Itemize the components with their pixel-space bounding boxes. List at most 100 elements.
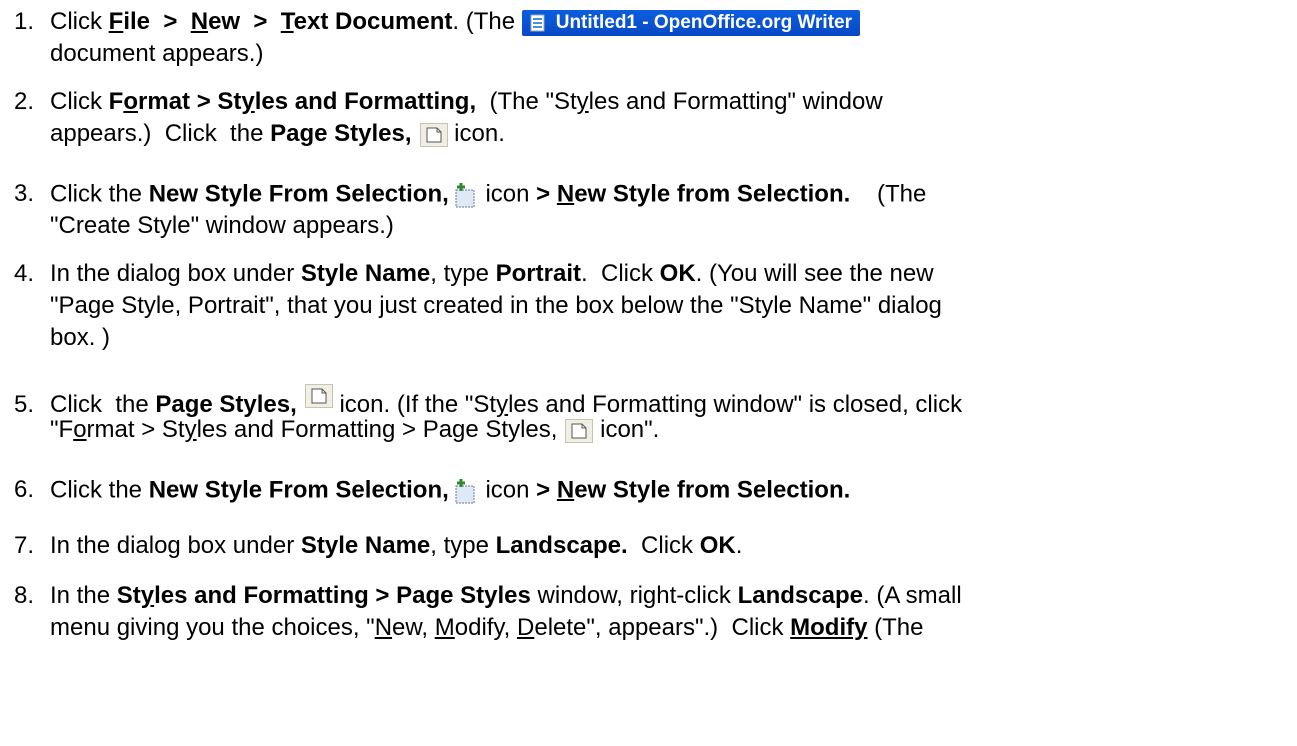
mnemonic: y (140, 582, 155, 609)
text: appears.) Click the (50, 120, 271, 147)
step-6-line-1: 6. Click the New Style From Selection, ic… (14, 476, 850, 506)
step-7-line-1: 7. In the dialog box under Style Name, ty… (14, 532, 742, 560)
label: ew (208, 8, 241, 35)
mnemonic: o (73, 416, 87, 443)
text: Click the (50, 180, 149, 208)
text: les and Formatting" window (588, 88, 883, 115)
text: "F (50, 416, 74, 443)
mnemonic: y (184, 416, 197, 443)
label: les and Formatting > Page Styles (154, 582, 531, 609)
step-number: 1. (14, 8, 35, 35)
text: Click the (50, 391, 156, 418)
label: F (108, 88, 124, 115)
mnemonic: N (374, 614, 393, 641)
text: icon. (If the "St (332, 391, 497, 418)
step-8-line-1: 8. In the Styles and Formatting > Page St… (14, 582, 962, 610)
text: "Page Style, Portrait", that you just cr… (50, 292, 942, 319)
text: document appears.) (50, 40, 264, 67)
text: "Create Style" window appears.) (50, 212, 394, 239)
style-name-label: Style Name (300, 260, 431, 287)
text: (The (850, 180, 927, 208)
text: (The (867, 614, 924, 641)
step-number: 6. (14, 476, 35, 504)
text: rmat > St (86, 416, 185, 443)
step-3-line-2: "Create Style" window appears.) (50, 212, 394, 240)
text: odify, (454, 614, 517, 641)
text: , type (430, 532, 496, 559)
step-1-line-1: 1. Click File > New > Text Document. (The… (14, 8, 860, 36)
label: ew Style from Selection. (574, 476, 851, 504)
page-styles-icon (419, 122, 448, 147)
landscape-label: Landscape (737, 582, 863, 609)
ok-label: OK (659, 260, 696, 287)
menu-path: > New Style from Selection. (536, 180, 850, 207)
menu-path: > New Style from Selection. (536, 476, 850, 503)
mnemonic: y (496, 391, 509, 418)
text: In the (50, 582, 117, 609)
mnemonic: T (280, 8, 294, 35)
text: icon (478, 476, 537, 504)
page-styles-label: Page Styles, (270, 120, 412, 147)
window-title: Untitled1 - OpenOffice.org Writer (555, 11, 852, 33)
step-2-line-2: appears.) Click the Page Styles, icon. (50, 120, 505, 148)
new-style-from-selection-label: New Style From Selection, (148, 180, 449, 208)
separator: > (536, 476, 557, 504)
text: elete", appears".) Click (534, 614, 791, 641)
ok-label: OK (699, 532, 736, 559)
mnemonic: F (108, 8, 124, 35)
new-style-from-selection-icon (453, 180, 479, 210)
text: (The "St (476, 88, 577, 115)
step-number: 8. (14, 582, 35, 609)
step-8-line-2: menu giving you the choices, "New, Modif… (50, 614, 924, 642)
text: Click (50, 88, 109, 115)
menu-path: Format > Styles and Formatting, (109, 88, 476, 115)
step-4-line-1: 4. In the dialog box under Style Name, ty… (14, 260, 934, 288)
styles-and-formatting-label: Styles and Formatting > Page Styles (117, 582, 531, 609)
page-styles-icon (304, 384, 333, 408)
step-4-line-2: "Page Style, Portrait", that you just cr… (50, 292, 942, 320)
step-4-line-3: box. ) (50, 324, 110, 352)
label: ew Style from Selection. (574, 180, 851, 208)
mnemonic: N (190, 8, 209, 35)
separator: > (536, 180, 557, 208)
label: ile (123, 8, 151, 35)
writer-doc-icon (528, 13, 548, 33)
text: In the dialog box under (50, 532, 301, 559)
page-styles-icon (565, 418, 594, 443)
label: rmat > St (138, 88, 242, 115)
mnemonic: N (556, 476, 575, 504)
separator: > (240, 8, 281, 35)
step-number: 7. (14, 532, 35, 559)
text: icon (478, 180, 537, 208)
step-5-line-2: "Format > Styles and Formatting > Page S… (50, 416, 659, 444)
text: In the dialog box under (50, 260, 301, 287)
step-number: 3. (14, 180, 35, 208)
mnemonic: y (576, 88, 589, 115)
window-titlebar-image: Untitled1 - OpenOffice.org Writer (521, 9, 860, 36)
text: . (You will see the new (695, 260, 934, 287)
portrait-label: Portrait (495, 260, 581, 287)
mnemonic: y (241, 88, 255, 115)
step-number: 2. (14, 88, 35, 115)
text: Click (627, 532, 700, 559)
mnemonic: D (517, 614, 535, 641)
landscape-label: Landscape. (495, 532, 628, 559)
text: les and Formatting window" is closed, cl… (508, 391, 963, 418)
text: . (The (452, 8, 522, 35)
mnemonic: o (123, 88, 139, 115)
step-number: 4. (14, 260, 35, 287)
label: les and Formatting, (254, 88, 477, 115)
menu-path: File > New > Text Document (109, 8, 453, 35)
separator: > (150, 8, 191, 35)
text: . (A small (862, 582, 962, 609)
mnemonic: N (556, 180, 575, 208)
page-styles-label: Page Styles, (155, 391, 297, 418)
step-3-line-1: 3. Click the New Style From Selection, ic… (14, 180, 926, 210)
step-1-line-2: document appears.) (50, 40, 263, 68)
label: St (116, 582, 141, 609)
step-number: 5. (14, 391, 35, 418)
text: box. ) (50, 324, 111, 351)
mnemonic: M (434, 614, 455, 641)
label: ext Document (293, 8, 453, 35)
modify-label: Modify (790, 614, 868, 641)
